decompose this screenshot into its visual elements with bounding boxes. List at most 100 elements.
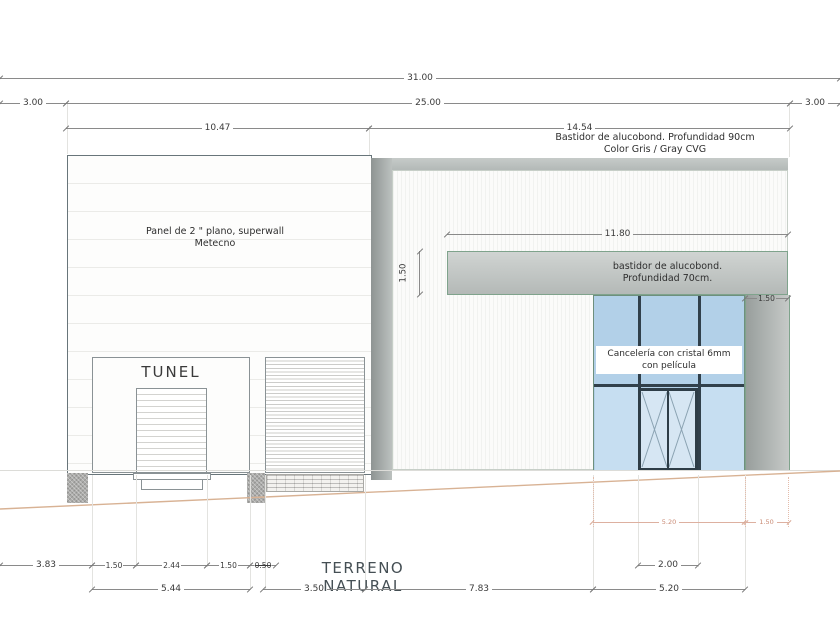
dim-line	[180, 564, 208, 566]
note-bastidor-70: bastidor de alucobond. Profundidad 70cm.	[548, 261, 787, 285]
dim-band-width: 11.80	[447, 228, 789, 240]
dim-left-building: 10.47	[66, 122, 370, 134]
dim-line	[136, 564, 163, 566]
dim-label: 10.47	[204, 122, 231, 133]
dim-label: 25.00	[415, 97, 441, 108]
footing-left	[67, 473, 88, 503]
masonry-base-strip	[266, 474, 364, 492]
dim-label-struck: 0.50	[254, 560, 272, 570]
dim-pier: 0.50	[250, 559, 277, 571]
extension-line	[207, 475, 208, 567]
dim-label: 7.83	[468, 583, 490, 594]
dim-line	[593, 521, 659, 523]
dim-line	[745, 297, 758, 299]
dim-rollup: 3.50	[263, 583, 366, 595]
dim-line	[66, 127, 202, 129]
note-canceleria: Cancelería con cristal 6mm con película	[596, 346, 742, 374]
dim-line	[638, 564, 655, 566]
dim-line	[828, 102, 840, 104]
dim-line	[681, 564, 699, 566]
extension-line	[92, 475, 93, 590]
dim-line	[790, 102, 802, 104]
dim-line	[745, 521, 757, 523]
dim-label: 5.44	[160, 583, 182, 594]
mullion	[698, 296, 701, 470]
dim-label: 1.50	[398, 263, 409, 283]
dim-label: 3.00	[804, 97, 826, 108]
dim-recess-right: 1.50	[207, 559, 251, 571]
right-building-side-wall	[371, 158, 392, 480]
extension-line-red	[788, 477, 789, 527]
dim-line	[775, 297, 789, 299]
side-column-panel	[745, 295, 790, 470]
glass-pane	[700, 387, 744, 470]
dim-label: 1.50	[105, 560, 123, 570]
dim-label: 5.20	[658, 583, 680, 594]
door-swing-marks	[641, 391, 695, 468]
dim-line	[679, 521, 746, 523]
dim-span: 25.00	[66, 97, 791, 109]
dim-line	[92, 588, 158, 590]
extension-line	[265, 475, 266, 590]
dim-line	[419, 251, 420, 295]
dim-recess-total: 5.44	[92, 583, 251, 595]
dim-wall: 7.83	[365, 583, 594, 595]
dim-line	[263, 588, 301, 590]
dim-line	[365, 588, 466, 590]
dim-terrain-left: 3.83	[0, 559, 93, 571]
dim-left-margin: 3.00	[0, 97, 67, 109]
tunnel-sectional-door	[136, 388, 207, 473]
dim-right-margin: 3.00	[790, 97, 840, 109]
note-line: Cancelería con cristal 6mm	[607, 349, 731, 359]
note-panel-superwall: Panel de 2 " plano, superwall Metecno	[115, 226, 315, 250]
dock-platform-step	[141, 479, 203, 490]
elevation-drawing: 31.00 3.00 25.00 3.00 10.47 14.54 Bastid…	[0, 0, 840, 630]
dim-line	[595, 127, 791, 129]
dim-red-offset: 1.50	[745, 516, 789, 528]
note-line: Profundidad 70cm.	[622, 273, 713, 284]
dim-label: 1.50	[758, 293, 775, 303]
extension-line	[250, 475, 251, 590]
note-line: con película	[642, 361, 696, 371]
dim-label: 3.00	[22, 97, 44, 108]
dim-label: 11.80	[604, 228, 631, 239]
dim-red-glass: 5.20	[593, 516, 746, 528]
note-bastidor-90: Bastidor de alucobond. Profundidad 90cm …	[530, 132, 780, 156]
glass-pane	[595, 387, 639, 470]
dim-line	[369, 127, 564, 129]
dim-line	[233, 127, 370, 129]
dim-glass-width: 5.20	[593, 583, 746, 595]
transom	[594, 384, 744, 387]
glass-entry-door	[638, 388, 698, 471]
dim-tunnel-door: 2.44	[136, 559, 208, 571]
dim-line	[492, 588, 594, 590]
dim-line	[0, 564, 33, 566]
dim-label: 1.50	[220, 560, 237, 570]
rollup-door	[265, 357, 365, 473]
dim-label: 2.00	[657, 559, 679, 570]
dim-line	[0, 102, 20, 104]
glass-curtain-wall	[593, 295, 745, 471]
extension-line	[136, 475, 137, 567]
dim-line	[776, 521, 789, 523]
dim-line	[327, 588, 366, 590]
dim-right-offset: 1.50	[745, 292, 789, 304]
dim-label: 1.50	[759, 517, 774, 526]
dim-label: 2.44	[163, 560, 180, 570]
dim-line	[272, 564, 277, 566]
dim-recess-left: 1.50	[92, 559, 137, 571]
dim-line	[443, 102, 791, 104]
dim-band-height: 1.50	[398, 251, 420, 295]
note-line: bastidor de alucobond.	[612, 261, 723, 272]
dim-line	[682, 588, 746, 590]
dim-label: 31.00	[407, 72, 433, 83]
note-line: Bastidor de alucobond. Profundidad 90cm	[555, 132, 755, 143]
note-line: Panel de 2 " plano, superwall	[146, 226, 284, 237]
dim-label: 3.83	[35, 559, 57, 570]
dim-line	[184, 588, 251, 590]
dim-line	[447, 233, 602, 235]
dim-line	[92, 564, 105, 566]
dim-label: 5.20	[661, 517, 677, 526]
note-line: Metecno	[194, 238, 236, 249]
dim-line	[207, 564, 220, 566]
